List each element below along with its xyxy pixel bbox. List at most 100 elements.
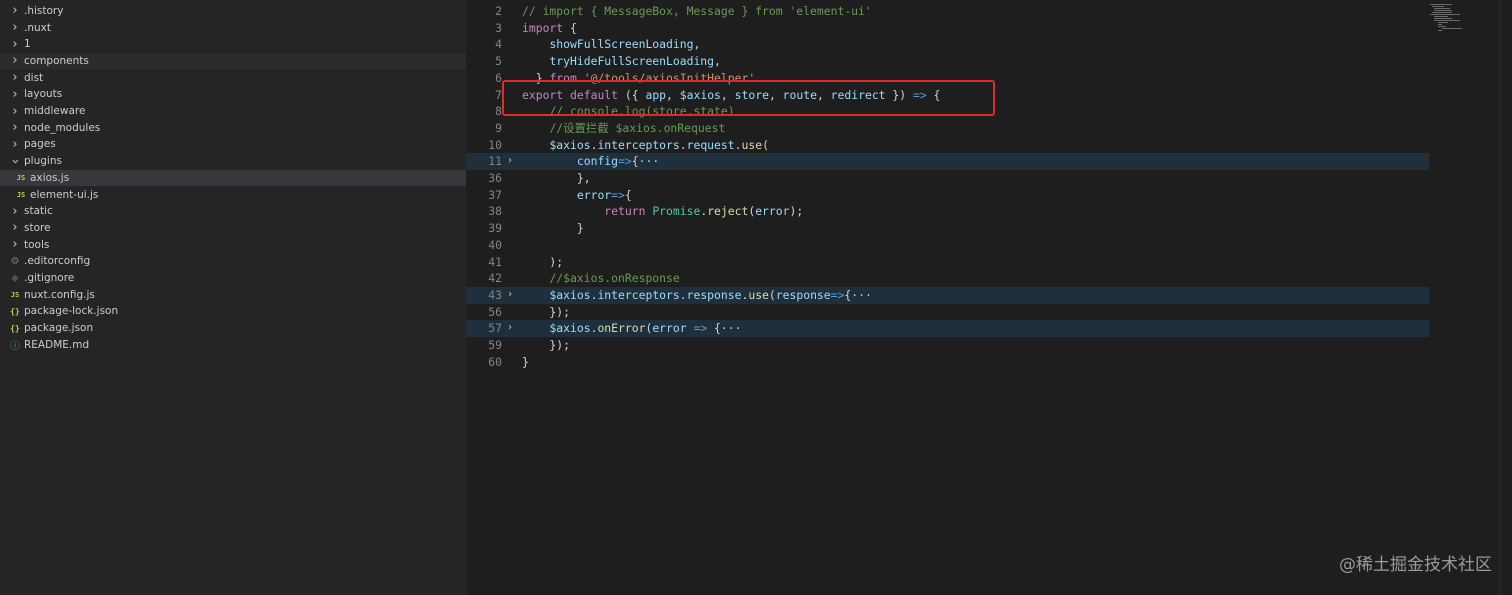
code-token: response: [775, 287, 831, 302]
explorer-item-label: README.md: [24, 338, 90, 351]
explorer-item-package-lock-json[interactable]: {} package-lock.json: [0, 303, 466, 320]
code-text: tryHideFullScreenLoading,: [522, 53, 720, 70]
code-token: use: [748, 287, 769, 302]
code-token: .: [679, 287, 687, 302]
chevron-right-icon: ›: [12, 36, 18, 52]
code-token: use: [741, 137, 763, 152]
explorer-item-nuxt[interactable]: › .nuxt: [0, 19, 466, 36]
explorer-item-history[interactable]: › .history: [0, 3, 466, 20]
code-token: });: [522, 304, 571, 319]
line-number: 37: [488, 187, 502, 202]
line-number: 9: [495, 120, 502, 135]
code-text: //设置拦截 $axios.onRequest: [522, 120, 725, 137]
explorer-item-layouts[interactable]: › layouts: [0, 86, 466, 103]
code-line[interactable]: 4 showFullScreenLoading,: [466, 36, 1429, 53]
code-line[interactable]: 36 },: [466, 170, 1429, 187]
code-token: (: [768, 287, 776, 302]
minimap-line: [1434, 10, 1452, 11]
explorer-item-label: store: [24, 221, 51, 234]
explorer-item-store[interactable]: › store: [0, 220, 466, 237]
explorer-item-editorconfig[interactable]: ⚙ .editorconfig: [0, 253, 466, 270]
line-number: 42: [488, 271, 502, 286]
code-line[interactable]: 10 $axios.interceptors.request.use(: [466, 137, 1429, 154]
code-token: }: [522, 221, 584, 236]
code-line[interactable]: 43 › $axios.interceptors.response.use(res…: [466, 286, 1429, 304]
code-text: },: [522, 170, 591, 187]
js-file-icon: JS: [16, 190, 26, 199]
line-number: 59: [488, 338, 502, 352]
code-token: ,: [693, 37, 701, 52]
code-line[interactable]: 41 );: [466, 254, 1429, 271]
code-token: // import { MessageBox, Message } from '…: [522, 4, 872, 18]
explorer-item-label: plugins: [24, 155, 62, 168]
code-line[interactable]: 42 //$axios.onResponse: [466, 270, 1429, 287]
watermark: @稀土掘金技术社区: [1339, 555, 1492, 575]
minimap[interactable]: [1430, 0, 1500, 40]
explorer-item-plugins[interactable]: › plugins: [0, 153, 466, 170]
explorer-item-package-json[interactable]: {} package.json: [0, 320, 466, 337]
code-line[interactable]: 56 });: [466, 304, 1429, 321]
code-text: config=>{···: [522, 153, 659, 170]
code-token: .: [679, 137, 687, 152]
code-token: tryHideFullScreenLoading: [549, 54, 715, 69]
code-line[interactable]: 37 error=>{: [466, 187, 1429, 204]
code-token: error: [576, 187, 612, 202]
minimap-line: [1438, 22, 1448, 23]
explorer-item-label: package-lock.json: [24, 305, 119, 318]
code-line[interactable]: 40: [466, 237, 1429, 254]
line-number: 4: [495, 37, 502, 52]
code-token: );: [522, 254, 564, 269]
chevron-right-icon: ›: [12, 120, 18, 136]
code-token: =>: [830, 287, 845, 302]
chevron-down-icon: ›: [7, 158, 23, 164]
code-token: //$axios.onResponse: [549, 271, 680, 286]
code-token: }: [522, 354, 529, 369]
explorer-item-nuxt-config-js[interactable]: JS nuxt.config.js: [0, 286, 466, 303]
line-number: 7: [495, 87, 502, 102]
code-line[interactable]: 3 import {: [466, 20, 1429, 37]
code-token: reject: [707, 204, 749, 219]
code-token: $axios: [549, 321, 591, 336]
explorer-item-element-ui-js[interactable]: JS element-ui.js: [0, 186, 466, 203]
code-token: config: [576, 154, 619, 169]
code-line[interactable]: 57 › $axios.onError(error => {···: [466, 320, 1429, 337]
code-line[interactable]: 38 return Promise.reject(error);: [466, 203, 1429, 220]
code-text: // import { MessageBox, Message } from '…: [522, 3, 872, 20]
code-line[interactable]: 60}: [466, 354, 1429, 371]
explorer-item-label: layouts: [24, 88, 63, 101]
explorer-item-axios-js[interactable]: JS axios.js: [0, 169, 466, 187]
fold-chevron-icon[interactable]: ›: [507, 287, 517, 304]
explorer-item-readme-md[interactable]: ⓘ README.md: [0, 337, 466, 354]
code-token: },: [522, 171, 591, 185]
file-explorer: › .history › .nuxt › 1 › components › dist › layout…: [0, 0, 466, 595]
highlight-annotation-box: [502, 80, 995, 116]
fold-chevron-icon[interactable]: ›: [507, 320, 517, 337]
explorer-item-node-modules[interactable]: › node_modules: [0, 119, 466, 136]
code-line[interactable]: 39 }: [466, 220, 1429, 237]
explorer-item-label: .nuxt: [24, 21, 51, 34]
explorer-item-label: dist: [24, 71, 44, 84]
explorer-item-gitignore[interactable]: ◆ .gitignore: [0, 270, 466, 287]
code-token: {: [631, 154, 639, 169]
explorer-item-static[interactable]: › static: [0, 203, 466, 220]
code-text: $axios.onError(error => {···: [522, 320, 741, 337]
code-token: ···: [638, 154, 660, 169]
code-line[interactable]: 11 › config=>{···: [466, 153, 1429, 170]
explorer-item-dist[interactable]: › dist: [0, 69, 466, 86]
fold-chevron-icon[interactable]: ›: [507, 153, 517, 170]
explorer-item-1[interactable]: › 1: [0, 36, 466, 53]
explorer-item-components[interactable]: › components: [0, 52, 466, 70]
code-line[interactable]: 2 // import { MessageBox, Message } from …: [466, 3, 1429, 20]
code-line[interactable]: 5 tryHideFullScreenLoading,: [466, 53, 1429, 70]
code-line[interactable]: 59 });: [466, 337, 1429, 354]
vertical-scrollbar[interactable]: [1500, 0, 1512, 595]
explorer-item-tools[interactable]: › tools: [0, 236, 466, 253]
code-token: import: [522, 20, 564, 35]
line-number: 40: [488, 237, 502, 252]
explorer-item-pages[interactable]: › pages: [0, 136, 466, 153]
explorer-item-middleware[interactable]: › middleware: [0, 103, 466, 120]
code-line[interactable]: 9 //设置拦截 $axios.onRequest: [466, 120, 1429, 137]
